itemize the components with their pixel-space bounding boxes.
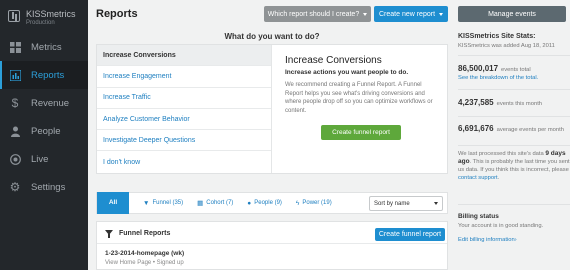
funnel-report-steps: View Home Page • Signed up xyxy=(105,260,184,266)
sidebar-item-label: Metrics xyxy=(31,41,62,53)
dollar-icon: $ xyxy=(11,96,19,110)
filter-tab-label: Power (19) xyxy=(302,200,332,206)
sort-value: Sort by name xyxy=(374,200,410,207)
divider xyxy=(458,55,570,56)
sidebar-item-label: Revenue xyxy=(31,97,70,109)
billing-title: Billing status xyxy=(458,213,499,220)
avg-events-stat: 6,691,676 average events per month xyxy=(458,124,564,133)
filter-tab-label: Cohort (7) xyxy=(206,200,234,206)
sidebar-item-label: Reports xyxy=(31,69,65,81)
events-month-value: 4,237,585 xyxy=(458,98,494,107)
create-funnel-report-button[interactable]: Create funnel report xyxy=(375,228,445,241)
chevron-down-icon xyxy=(434,202,438,205)
which-report-label: Which report should I create? xyxy=(267,10,360,18)
events-total-stat: 86,500,017 events total xyxy=(458,64,531,73)
sort-select[interactable]: Sort by name xyxy=(369,196,443,211)
create-funnel-report-label: Create funnel report xyxy=(378,231,442,238)
filter-tab-label: People (9) xyxy=(254,200,282,206)
person-icon xyxy=(9,125,21,137)
question-panel: Increase Conversions Increase Engagement… xyxy=(96,44,448,174)
funnel-reports-section: Funnel Reports Create funnel report 1-23… xyxy=(96,221,448,270)
report-filter-bar: All ▼ Funnel (35) ▦ Cohort (7) ● People (9)… xyxy=(96,191,448,214)
brand-subtitle: Production xyxy=(26,20,55,26)
gear-icon: ⚙ xyxy=(9,180,21,194)
detail-description: We recommend creating a Funnel Report. A… xyxy=(285,82,433,114)
question-item[interactable]: Analyze Customer Behavior xyxy=(97,109,271,131)
power-icon: ϟ xyxy=(295,199,300,207)
page-title: Reports xyxy=(96,8,138,20)
sidebar-item-settings[interactable]: ⚙ Settings xyxy=(0,173,88,201)
question-heading: What do you want to do? xyxy=(224,32,320,41)
create-funnel-report-button[interactable]: Create funnel report xyxy=(321,125,401,140)
events-breakdown-link[interactable]: See the breakdown of the total. xyxy=(458,75,538,81)
funnel-icon: ▼ xyxy=(143,199,150,207)
question-item[interactable]: Investigate Deeper Questions xyxy=(97,130,271,152)
brand-name: KISSmetrics xyxy=(26,9,76,19)
site-stats-panel: KISSmetrics Site Stats: KISSmetrics was … xyxy=(458,0,570,270)
chevron-down-icon xyxy=(363,12,368,16)
detail-title: Increase Conversions xyxy=(285,55,382,66)
create-new-report-button[interactable]: Create new report xyxy=(374,6,448,22)
sidebar-item-metrics[interactable]: Metrics xyxy=(0,33,88,61)
funnel-report-name[interactable]: 1-23-2014-homepage (wk) xyxy=(105,250,184,257)
events-month-label: events this month xyxy=(496,101,543,107)
people-icon: ● xyxy=(247,199,252,207)
stats-title: KISSmetrics Site Stats: xyxy=(458,33,536,40)
question-item[interactable]: I don't know xyxy=(97,151,271,172)
processing-suffix: . This is probably the last time you sen… xyxy=(458,159,570,173)
contact-support-link[interactable]: contact support xyxy=(458,175,498,181)
avg-events-label: average events per month xyxy=(496,127,564,133)
question-item[interactable]: Increase Engagement xyxy=(97,66,271,88)
avg-events-value: 6,691,676 xyxy=(458,124,494,133)
events-month-stat: 4,237,585 events this month xyxy=(458,98,542,107)
sidebar-item-people[interactable]: People xyxy=(0,117,88,145)
events-total-label: events total xyxy=(501,67,531,73)
filter-all-tab[interactable]: All xyxy=(97,191,129,214)
bar-chart-icon xyxy=(9,69,21,81)
funnel-reports-title: Funnel Reports xyxy=(119,230,171,237)
billing-text: Your account is in good standing. xyxy=(458,223,544,229)
brand[interactable]: KISSmetrics Production xyxy=(26,9,76,26)
filter-people-tab[interactable]: ● People (9) xyxy=(247,200,282,207)
divider xyxy=(458,204,570,205)
dashboard-icon xyxy=(9,41,21,53)
sidebar-item-revenue[interactable]: $ Revenue xyxy=(0,89,88,117)
sidebar-item-label: Settings xyxy=(31,181,66,193)
sidebar: KISSmetrics Production Metrics Reports $… xyxy=(0,0,88,270)
sidebar-item-label: Live xyxy=(31,153,49,165)
sidebar-item-live[interactable]: Live xyxy=(0,145,88,173)
question-item[interactable]: Increase Conversions xyxy=(97,45,271,67)
divider xyxy=(458,145,570,146)
chevron-down-icon xyxy=(439,12,444,16)
live-icon xyxy=(9,153,21,165)
funnel-icon xyxy=(105,230,113,238)
question-list: Increase Conversions Increase Engagement… xyxy=(97,45,272,173)
create-new-report-label: Create new report xyxy=(378,10,436,18)
which-report-dropdown[interactable]: Which report should I create? xyxy=(264,6,371,22)
funnel-reports-header: Funnel Reports Create funnel report xyxy=(97,222,447,244)
sidebar-item-reports[interactable]: Reports xyxy=(0,61,88,89)
cohort-grid-icon: ▦ xyxy=(197,200,204,207)
filter-cohort-tab[interactable]: ▦ Cohort (7) xyxy=(197,199,233,207)
filter-power-tab[interactable]: ϟ Power (19) xyxy=(296,200,332,207)
filter-tab-label: Funnel (35) xyxy=(152,200,184,206)
filter-funnel-tab[interactable]: ▼ Funnel (35) xyxy=(143,200,183,207)
divider xyxy=(458,89,570,90)
divider xyxy=(458,116,570,117)
sidebar-item-label: People xyxy=(31,125,61,137)
detail-subtitle: Increase actions you want people to do. xyxy=(285,69,409,76)
kissmetrics-logo-icon xyxy=(8,10,20,22)
question-detail: Increase Conversions Increase actions yo… xyxy=(273,45,447,173)
stats-subtitle: KISSmetrics was added Aug 18, 2011 xyxy=(458,43,555,49)
question-item[interactable]: Increase Traffic xyxy=(97,88,271,109)
processing-note: We last processed this site's data 9 day… xyxy=(458,150,570,181)
events-total-value: 86,500,017 xyxy=(458,64,499,73)
processing-prefix: We last processed this site's data xyxy=(458,151,544,157)
edit-billing-link[interactable]: Edit billing information› xyxy=(458,237,517,243)
